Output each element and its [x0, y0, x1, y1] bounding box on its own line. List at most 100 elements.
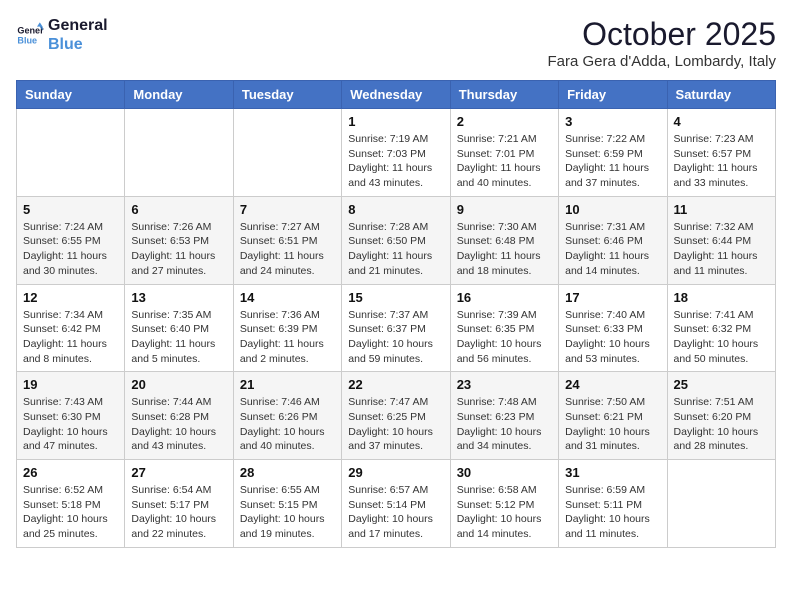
month-title: October 2025	[547, 16, 776, 53]
col-tuesday: Tuesday	[233, 81, 341, 109]
day-info: Sunrise: 6:55 AMSunset: 5:15 PMDaylight:…	[240, 483, 335, 542]
day-info: Sunrise: 6:54 AMSunset: 5:17 PMDaylight:…	[131, 483, 226, 542]
day-cell-4-3: 29Sunrise: 6:57 AMSunset: 5:14 PMDayligh…	[342, 460, 450, 548]
day-number: 1	[348, 114, 443, 129]
day-number: 18	[674, 290, 769, 305]
day-number: 3	[565, 114, 660, 129]
day-number: 26	[23, 465, 118, 480]
day-cell-1-4: 9Sunrise: 7:30 AMSunset: 6:48 PMDaylight…	[450, 196, 558, 284]
day-cell-2-0: 12 Sunrise: 7:34 AMSunset: 6:42 PMDayligh…	[17, 284, 125, 372]
day-info: Sunrise: 7:37 AMSunset: 6:37 PMDaylight:…	[348, 308, 443, 367]
day-number: 13	[131, 290, 226, 305]
col-saturday: Saturday	[667, 81, 775, 109]
day-info: Sunrise: 7:28 AMSunset: 6:50 PMDaylight:…	[348, 220, 443, 279]
day-info: Sunrise: 7:35 AMSunset: 6:40 PMDaylight:…	[131, 308, 226, 367]
day-number: 30	[457, 465, 552, 480]
logo-line2: Blue	[48, 35, 108, 54]
day-cell-1-1: 6 Sunrise: 7:26 AMSunset: 6:53 PMDaylight…	[125, 196, 233, 284]
day-number: 29	[348, 465, 443, 480]
day-number: 10	[565, 202, 660, 217]
day-info: Sunrise: 7:48 AMSunset: 6:23 PMDaylight:…	[457, 395, 552, 454]
day-info: Sunrise: 7:26 AMSunset: 6:53 PMDaylight:…	[131, 220, 226, 279]
day-number: 16	[457, 290, 552, 305]
day-number: 5	[23, 202, 118, 217]
day-cell-0-0	[17, 109, 125, 197]
day-number: 7	[240, 202, 335, 217]
week-row-1: 1 Sunrise: 7:19 AMSunset: 7:03 PMDaylight…	[17, 109, 776, 197]
day-info: Sunrise: 7:51 AMSunset: 6:20 PMDaylight:…	[674, 395, 769, 454]
day-number: 23	[457, 377, 552, 392]
day-cell-3-1: 20 Sunrise: 7:44 AMSunset: 6:28 PMDayligh…	[125, 372, 233, 460]
logo: General Blue General Blue	[16, 16, 108, 54]
day-cell-0-5: 3 Sunrise: 7:22 AMSunset: 6:59 PMDaylight…	[559, 109, 667, 197]
day-info: Sunrise: 7:24 AMSunset: 6:55 PMDaylight:…	[23, 220, 118, 279]
day-cell-4-5: 31 Sunrise: 6:59 AMSunset: 5:11 PMDayligh…	[559, 460, 667, 548]
day-cell-0-1	[125, 109, 233, 197]
day-cell-4-0: 26 Sunrise: 6:52 AMSunset: 5:18 PMDayligh…	[17, 460, 125, 548]
day-number: 14	[240, 290, 335, 305]
day-info: Sunrise: 7:41 AMSunset: 6:32 PMDaylight:…	[674, 308, 769, 367]
day-number: 24	[565, 377, 660, 392]
day-number: 28	[240, 465, 335, 480]
day-number: 4	[674, 114, 769, 129]
day-number: 2	[457, 114, 552, 129]
col-friday: Friday	[559, 81, 667, 109]
day-number: 19	[23, 377, 118, 392]
location: Fara Gera d'Adda, Lombardy, Italy	[547, 53, 776, 70]
title-section: October 2025 Fara Gera d'Adda, Lombardy,…	[547, 16, 776, 70]
day-cell-3-0: 19 Sunrise: 7:43 AMSunset: 6:30 PMDayligh…	[17, 372, 125, 460]
day-info: Sunrise: 7:50 AMSunset: 6:21 PMDaylight:…	[565, 395, 660, 454]
day-number: 22	[348, 377, 443, 392]
calendar-table: Sunday Monday Tuesday Wednesday Thursday…	[16, 80, 776, 548]
day-number: 15	[348, 290, 443, 305]
day-cell-2-2: 14 Sunrise: 7:36 AMSunset: 6:39 PMDayligh…	[233, 284, 341, 372]
calendar-header-row: Sunday Monday Tuesday Wednesday Thursday…	[17, 81, 776, 109]
day-cell-3-5: 24 Sunrise: 7:50 AMSunset: 6:21 PMDayligh…	[559, 372, 667, 460]
day-cell-4-6	[667, 460, 775, 548]
col-thursday: Thursday	[450, 81, 558, 109]
day-cell-2-1: 13 Sunrise: 7:35 AMSunset: 6:40 PMDayligh…	[125, 284, 233, 372]
day-cell-2-4: 16Sunrise: 7:39 AMSunset: 6:35 PMDayligh…	[450, 284, 558, 372]
day-cell-1-3: 8Sunrise: 7:28 AMSunset: 6:50 PMDaylight…	[342, 196, 450, 284]
day-number: 12	[23, 290, 118, 305]
day-number: 25	[674, 377, 769, 392]
day-cell-0-4: 2 Sunrise: 7:21 AMSunset: 7:01 PMDaylight…	[450, 109, 558, 197]
day-number: 11	[674, 202, 769, 217]
day-info: Sunrise: 7:27 AMSunset: 6:51 PMDaylight:…	[240, 220, 335, 279]
week-row-5: 26 Sunrise: 6:52 AMSunset: 5:18 PMDayligh…	[17, 460, 776, 548]
day-info: Sunrise: 6:58 AMSunset: 5:12 PMDaylight:…	[457, 483, 552, 542]
day-number: 31	[565, 465, 660, 480]
col-monday: Monday	[125, 81, 233, 109]
day-cell-2-6: 18 Sunrise: 7:41 AMSunset: 6:32 PMDayligh…	[667, 284, 775, 372]
day-info: Sunrise: 7:36 AMSunset: 6:39 PMDaylight:…	[240, 308, 335, 367]
day-cell-2-3: 15 Sunrise: 7:37 AMSunset: 6:37 PMDayligh…	[342, 284, 450, 372]
day-info: Sunrise: 7:22 AMSunset: 6:59 PMDaylight:…	[565, 132, 660, 191]
day-info: Sunrise: 7:43 AMSunset: 6:30 PMDaylight:…	[23, 395, 118, 454]
col-sunday: Sunday	[17, 81, 125, 109]
day-info: Sunrise: 7:44 AMSunset: 6:28 PMDaylight:…	[131, 395, 226, 454]
day-info: Sunrise: 6:59 AMSunset: 5:11 PMDaylight:…	[565, 483, 660, 542]
logo-icon: General Blue	[16, 21, 44, 49]
day-cell-3-4: 23 Sunrise: 7:48 AMSunset: 6:23 PMDayligh…	[450, 372, 558, 460]
day-cell-4-4: 30 Sunrise: 6:58 AMSunset: 5:12 PMDayligh…	[450, 460, 558, 548]
day-number: 21	[240, 377, 335, 392]
day-number: 27	[131, 465, 226, 480]
day-info: Sunrise: 7:31 AMSunset: 6:46 PMDaylight:…	[565, 220, 660, 279]
day-info: Sunrise: 6:52 AMSunset: 5:18 PMDaylight:…	[23, 483, 118, 542]
col-wednesday: Wednesday	[342, 81, 450, 109]
day-info: Sunrise: 7:46 AMSunset: 6:26 PMDaylight:…	[240, 395, 335, 454]
day-info: Sunrise: 7:21 AMSunset: 7:01 PMDaylight:…	[457, 132, 552, 191]
day-info: Sunrise: 7:34 AMSunset: 6:42 PMDaylight:…	[23, 308, 118, 367]
day-cell-1-2: 7 Sunrise: 7:27 AMSunset: 6:51 PMDaylight…	[233, 196, 341, 284]
day-cell-0-3: 1 Sunrise: 7:19 AMSunset: 7:03 PMDaylight…	[342, 109, 450, 197]
day-number: 6	[131, 202, 226, 217]
page-header: General Blue General Blue October 2025 F…	[16, 16, 776, 70]
day-info: Sunrise: 7:47 AMSunset: 6:25 PMDaylight:…	[348, 395, 443, 454]
day-info: Sunrise: 7:19 AMSunset: 7:03 PMDaylight:…	[348, 132, 443, 191]
day-number: 9	[457, 202, 552, 217]
day-number: 20	[131, 377, 226, 392]
day-cell-1-6: 11Sunrise: 7:32 AMSunset: 6:44 PMDayligh…	[667, 196, 775, 284]
day-cell-0-6: 4Sunrise: 7:23 AMSunset: 6:57 PMDaylight…	[667, 109, 775, 197]
day-cell-2-5: 17Sunrise: 7:40 AMSunset: 6:33 PMDayligh…	[559, 284, 667, 372]
week-row-4: 19 Sunrise: 7:43 AMSunset: 6:30 PMDayligh…	[17, 372, 776, 460]
